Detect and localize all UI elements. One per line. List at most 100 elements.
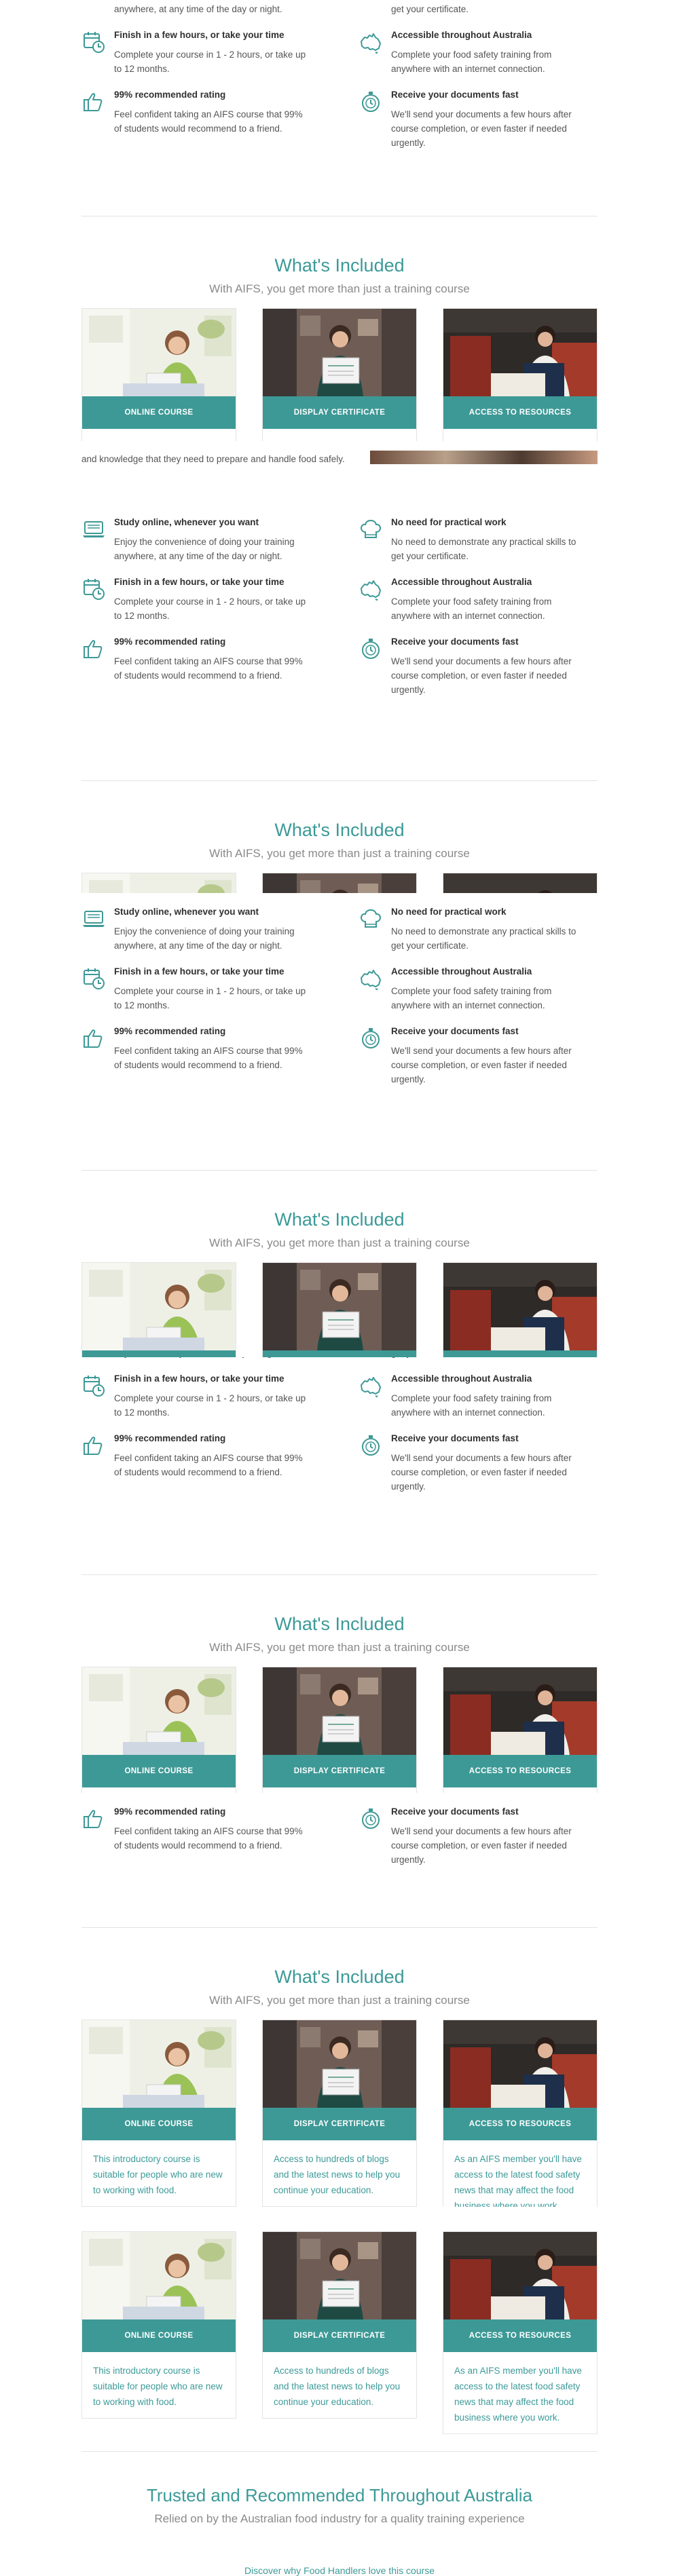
feature-item: Accessible throughout Australia Complete … bbox=[359, 577, 583, 631]
feature-item: Accessible throughout Australia Complete … bbox=[359, 30, 583, 84]
feature-description: Complete your food safety training from … bbox=[391, 1393, 552, 1418]
australia-map-icon bbox=[359, 30, 383, 54]
feature-item: No need for practical work No need to dem… bbox=[359, 517, 583, 571]
feature-item: 99% recommended rating Feel confident tak… bbox=[81, 90, 306, 144]
included-card[interactable]: DISPLAY CERTIFICATEAccess to hundreds of… bbox=[262, 2020, 417, 2207]
calendar-clock-icon bbox=[81, 577, 106, 601]
included-card[interactable]: DISPLAY CERTIFICATEAccess to hundreds of… bbox=[262, 1667, 417, 1793]
feature-item: Study online, whenever you wantEnjoy the… bbox=[81, 0, 306, 24]
feature-item: Receive your documents fast We'll send yo… bbox=[359, 1026, 583, 1084]
page: Study online, whenever you want Enjoy the… bbox=[0, 0, 679, 2576]
card-text: This introductory course is suitable for… bbox=[82, 1787, 236, 1793]
card-label: ACCESS TO RESOURCES bbox=[443, 1350, 597, 1357]
feature-description: We'll send your documents a few hours af… bbox=[391, 109, 572, 148]
card-photo bbox=[263, 2020, 416, 2108]
feature-description: Enjoy the convenience of doing your trai… bbox=[114, 537, 295, 561]
fragment-text: and knowledge that they need to prepare … bbox=[81, 454, 345, 464]
card-text: Access to hundreds of blogs and the late… bbox=[274, 2366, 401, 2407]
feature-item: 99% recommended rating Feel confident tak… bbox=[81, 1806, 306, 1861]
feature-title: Study online, whenever you want bbox=[114, 907, 259, 917]
australia-map-icon bbox=[359, 1374, 383, 1398]
feature-item: Receive your documents fast We'll send yo… bbox=[359, 1806, 583, 1865]
included-card[interactable]: DISPLAY CERTIFICATE Access to hundreds of… bbox=[262, 2231, 417, 2419]
feature-title: Finish in a few hours, or take your time bbox=[114, 577, 285, 587]
divider bbox=[81, 1927, 598, 1928]
included-card[interactable]: ONLINE COURSEThis introductory course is… bbox=[81, 873, 236, 893]
divider bbox=[81, 1170, 598, 1171]
card-text: This introductory course is suitable for… bbox=[93, 2366, 223, 2407]
included-card[interactable]: ONLINE COURSEThis introductory course is… bbox=[81, 1262, 236, 1357]
included-card[interactable]: ACCESS TO RESOURCESAs an AIFS member you… bbox=[443, 1667, 598, 1793]
thumbs-up-icon bbox=[81, 637, 106, 661]
whats-included-subtitle: With AIFS, you get more than just a trai… bbox=[209, 1236, 470, 1249]
card-text: As an AIFS member you'll have access to … bbox=[443, 1787, 597, 1793]
features-section: 99% recommended rating Feel confident tak… bbox=[0, 1793, 679, 1935]
feature-title: Finish in a few hours, or take your time bbox=[114, 966, 285, 977]
feature-description: Complete your course in 1 - 2 hours, or … bbox=[114, 1393, 306, 1418]
australia-map-icon bbox=[359, 577, 383, 601]
included-card[interactable]: ACCESS TO RESOURCESAs an AIFS member you… bbox=[443, 1262, 598, 1357]
feature-title: No need for practical work bbox=[391, 907, 507, 917]
card-label: DISPLAY CERTIFICATE bbox=[263, 1755, 416, 1787]
whats-included-subtitle: With AIFS, you get more than just a trai… bbox=[209, 847, 470, 860]
feature-description: Feel confident taking an AIFS course tha… bbox=[114, 109, 303, 134]
card-photo bbox=[82, 873, 236, 893]
included-card[interactable]: ACCESS TO RESOURCESAs an AIFS member you… bbox=[443, 873, 598, 893]
card-label: DISPLAY CERTIFICATE bbox=[263, 396, 416, 429]
feature-title: Accessible throughout Australia bbox=[391, 30, 532, 40]
card-photo bbox=[82, 1667, 236, 1755]
included-card[interactable]: ACCESS TO RESOURCESAs an AIFS member you… bbox=[443, 2231, 598, 2434]
feature-item: Accessible throughout Australia Complete … bbox=[359, 966, 583, 1021]
calendar-clock-icon bbox=[81, 966, 106, 991]
whats-included-subtitle: With AIFS, you get more than just a trai… bbox=[209, 1994, 470, 2007]
feature-description: No need to demonstrate any practical ski… bbox=[391, 926, 576, 951]
feature-description: Feel confident taking an AIFS course tha… bbox=[114, 1453, 303, 1477]
feature-item: 99% recommended rating Feel confident tak… bbox=[81, 1026, 306, 1080]
card-label: ACCESS TO RESOURCES bbox=[443, 1755, 597, 1787]
card-label: ONLINE COURSE bbox=[82, 1350, 236, 1357]
feature-description: No need to demonstrate any practical ski… bbox=[391, 1357, 588, 1360]
feature-item: Finish in a few hours, or take your time… bbox=[81, 30, 306, 84]
stopwatch-icon bbox=[359, 1806, 383, 1831]
included-card[interactable]: DISPLAY CERTIFICATEAccess to hundreds of… bbox=[262, 873, 417, 893]
card-photo bbox=[443, 873, 597, 893]
feature-description: Enjoy the convenience of doing your trai… bbox=[114, 4, 282, 14]
laptop-icon bbox=[81, 907, 106, 931]
card-label: DISPLAY CERTIFICATE bbox=[263, 2319, 416, 2352]
laptop-icon bbox=[81, 517, 106, 542]
included-card[interactable]: ACCESS TO RESOURCESAs an AIFS member you… bbox=[443, 2020, 598, 2207]
chef-hat-icon bbox=[359, 907, 383, 931]
feature-title: 99% recommended rating bbox=[114, 90, 226, 100]
card-label: DISPLAY CERTIFICATE bbox=[263, 2108, 416, 2140]
feature-item: No need for practical work No need to dem… bbox=[359, 907, 583, 961]
whats-included-title: What's Included bbox=[274, 255, 405, 276]
card-label: ONLINE COURSE bbox=[82, 396, 236, 429]
card-photo bbox=[82, 2232, 236, 2319]
feature-item: 99% recommended rating Feel confident tak… bbox=[81, 637, 306, 691]
discover-link[interactable]: Discover why Food Handlers love this cou… bbox=[0, 2565, 679, 2576]
card-text: As an AIFS member you'll have access to … bbox=[454, 2154, 582, 2207]
feature-description: Complete your course in 1 - 2 hours, or … bbox=[114, 50, 306, 74]
card-photo bbox=[443, 2232, 597, 2319]
whats-included-title: What's Included bbox=[274, 1614, 405, 1634]
included-card[interactable]: DISPLAY CERTIFICATEAccess to hundreds of… bbox=[262, 308, 417, 441]
included-card[interactable]: DISPLAY CERTIFICATEAccess to hundreds of… bbox=[262, 1262, 417, 1357]
whats-included-title: What's Included bbox=[274, 1967, 405, 1987]
included-card[interactable]: ONLINE COURSEThis introductory course is… bbox=[81, 2231, 236, 2419]
feature-title: 99% recommended rating bbox=[114, 637, 226, 647]
feature-title: Receive your documents fast bbox=[391, 90, 519, 100]
card-photo bbox=[82, 1263, 236, 1350]
feature-description: Feel confident taking an AIFS course tha… bbox=[114, 656, 303, 681]
included-card[interactable]: ONLINE COURSEThis introductory course is… bbox=[81, 2020, 236, 2207]
included-card[interactable]: ACCESS TO RESOURCESAs an AIFS member you… bbox=[443, 308, 598, 441]
stopwatch-icon bbox=[359, 90, 383, 114]
included-card[interactable]: ONLINE COURSEThis introductory course is… bbox=[81, 308, 236, 441]
feature-item: Finish in a few hours, or take your time… bbox=[81, 577, 306, 631]
photo-strip bbox=[370, 451, 598, 464]
included-card[interactable]: ONLINE COURSEThis introductory course is… bbox=[81, 1667, 236, 1793]
feature-description: No need to demonstrate any practical ski… bbox=[391, 4, 469, 14]
whats-included-section: What's Included With AIFS, you get more t… bbox=[0, 224, 679, 441]
feature-title: Accessible throughout Australia bbox=[391, 577, 532, 587]
divider bbox=[81, 1574, 598, 1575]
feature-item: Finish in a few hours, or take your time… bbox=[81, 1374, 306, 1428]
